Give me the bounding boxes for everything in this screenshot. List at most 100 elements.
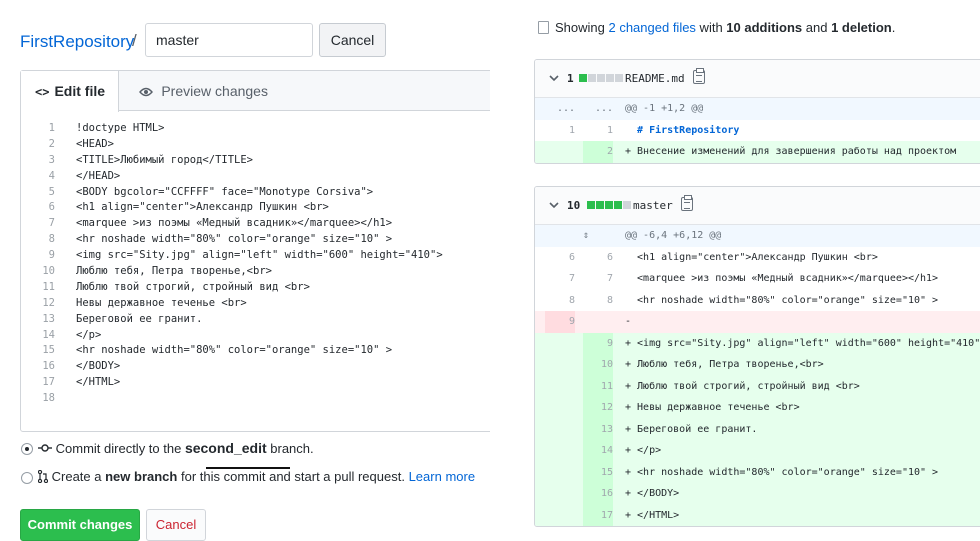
file-header-master[interactable]: 10 master	[535, 187, 980, 225]
eye-icon	[139, 85, 156, 99]
new-line-number: 14	[583, 440, 613, 462]
diff-line-row: 16 + </BODY>	[535, 483, 980, 505]
diff-line-row: 2 + Внесение изменений для завершения раб…	[535, 141, 980, 163]
tab-preview-changes[interactable]: Preview changes	[139, 71, 268, 112]
diff-line-text: <marquee >из поэмы «Медный всадник»</mar…	[625, 273, 939, 284]
new-line-number: 1	[606, 124, 613, 136]
diffstat-added-block	[596, 201, 604, 209]
diff-line-text: # FirstRepository	[625, 124, 740, 136]
diff-line-row: 7 7 <marquee >из поэмы «Медный всадник»</…	[535, 268, 980, 290]
file-change-count: 1	[567, 72, 574, 85]
code-text: <img src="Sity.jpg" align="left" width="…	[76, 249, 443, 262]
diff-line-text: + </HTML>	[625, 509, 680, 521]
tab-edit-label: Edit file	[54, 83, 106, 99]
diff-line-text: + </BODY>	[625, 488, 680, 499]
code-line[interactable]: 3 <TITLE>Любимый город</TITLE>	[21, 153, 490, 169]
git-pull-request-icon	[37, 469, 52, 484]
learn-more-link[interactable]: Learn more	[409, 469, 475, 484]
diffstat-added-block	[579, 74, 587, 82]
new-line-number: 7	[606, 273, 613, 284]
diff-summary: Showing 2 changed files with 10 addition…	[538, 20, 895, 35]
clipboard-icon[interactable]	[681, 195, 693, 211]
new-line-number: ...	[594, 103, 613, 114]
code-line[interactable]: 5 <BODY bgcolor="CCFFFF" face="Monotype C…	[21, 185, 490, 201]
old-line-number: 1	[568, 124, 575, 136]
code-line[interactable]: 6 <h1 align="center">Александр Пушкин <br…	[21, 200, 490, 216]
commit-new-branch-option[interactable]: Create a new branch for this commit and …	[37, 469, 475, 484]
diff-line-row: 9-	[535, 311, 980, 333]
summary-mid: with	[695, 20, 727, 35]
code-line[interactable]: 1 !doctype HTML>	[21, 121, 490, 137]
code-area[interactable]: 1 !doctype HTML> 2 <HEAD> 3 <TITLE>Любимый го…	[21, 121, 490, 407]
diff-line-text: <hr noshade width="80%" color="orange" s…	[625, 294, 939, 306]
code-text: </HTML>	[76, 376, 121, 389]
radio-commit-direct[interactable]	[21, 443, 33, 455]
code-line[interactable]: 11 Люблю твой строгий, стройный вид <br>	[21, 280, 490, 296]
old-line-number: 6	[568, 251, 575, 263]
filename-input[interactable]: master	[145, 23, 313, 57]
code-line[interactable]: 12 Невы державное теченье <br>	[21, 296, 490, 312]
diff-line-row: 12 + Невы державное теченье <br>	[535, 397, 980, 419]
code-text: <marquee >из поэмы «Медный всадник»</mar…	[76, 217, 393, 230]
cancel-commit-button[interactable]: Cancel	[146, 509, 206, 541]
repo-name-link[interactable]: FirstRepository	[20, 32, 134, 52]
code-line[interactable]: 10 Люблю тебя, Петра творенье,<br>	[21, 264, 490, 280]
diff-line-row: 6 6 <h1 align="center">Александр Пушкин <…	[535, 247, 980, 269]
code-line[interactable]: 13 Береговой ее гранит.	[21, 312, 490, 328]
code-text: <HEAD>	[76, 137, 114, 150]
commit-direct-post: branch.	[266, 441, 314, 456]
code-line[interactable]: 17 </HTML>	[21, 375, 490, 391]
unfold-icon[interactable]: ⇕	[571, 225, 601, 247]
code-text: Люблю тебя, Петра творенье,<br>	[76, 265, 272, 278]
diff-line-row: 11 + Люблю твой строгий, стройный вид <br…	[535, 375, 980, 397]
commit-new-bold: new branch	[105, 469, 178, 484]
commit-direct-option[interactable]: Commit directly to the second_edit branc…	[38, 440, 314, 456]
radio-commit-new-branch[interactable]	[21, 472, 33, 484]
diffstat-bar	[587, 201, 631, 209]
commit-changes-button[interactable]: Commit changes	[20, 509, 140, 541]
changed-files-link[interactable]: 2 changed files	[608, 20, 695, 35]
line-number: 6	[48, 201, 55, 214]
summary-and: and	[802, 20, 832, 35]
code-icon: <>	[35, 85, 50, 99]
code-line[interactable]: 15 <hr noshade width="80%" color="orange"…	[21, 343, 490, 359]
code-line[interactable]: 2 <HEAD>	[21, 137, 490, 153]
tab-edit-file[interactable]: <> Edit file	[21, 71, 119, 112]
code-line[interactable]: 4 </HEAD>	[21, 169, 490, 185]
code-line[interactable]: 7 <marquee >из поэмы «Медный всадник»</ma…	[21, 216, 490, 232]
chevron-down-icon[interactable]	[549, 199, 559, 212]
additions-count: 10 additions	[726, 20, 803, 35]
code-line[interactable]: 8 <hr noshade width="80%" color="orange" …	[21, 232, 490, 248]
code-text: </HEAD>	[76, 169, 121, 182]
file-diff-readme: 1 README.md ...... @@ -1 +1,2 @@ 1 1 # Firs…	[534, 59, 980, 164]
new-line-number: 13	[583, 418, 613, 440]
line-number: 17	[42, 376, 55, 389]
hunk-header-row[interactable]: ⇕ @@ -6,4 +6,12 @@	[535, 225, 980, 247]
diff-line-row: 14 + </p>	[535, 440, 980, 462]
clipboard-icon[interactable]	[693, 68, 705, 84]
old-line-number: 9	[545, 311, 575, 333]
new-line-number: 15	[583, 461, 613, 483]
new-line-number: 9	[583, 332, 613, 354]
commit-branch-name: second_edit	[184, 440, 267, 456]
new-line-number: 8	[606, 294, 613, 306]
code-line[interactable]: 14 </p>	[21, 328, 490, 344]
cancel-edit-button[interactable]: Cancel	[319, 23, 386, 57]
code-line[interactable]: 16 </BODY>	[21, 359, 490, 375]
diff-line-text: + Невы державное теченье <br>	[625, 402, 800, 413]
line-number: 13	[42, 312, 55, 325]
code-line[interactable]: 18	[21, 391, 490, 407]
new-line-number: 2	[583, 141, 613, 163]
code-text: <BODY bgcolor="CCFFFF" face="Monotype Co…	[76, 185, 374, 198]
code-line[interactable]: 9 <img src="Sity.jpg" align="left" width=…	[21, 248, 490, 264]
editor-tabbar: <> Edit file Preview changes	[21, 71, 490, 112]
line-number: 10	[42, 265, 55, 278]
old-line-number: 7	[568, 273, 575, 284]
diffstat-bar	[579, 74, 623, 82]
code-text: Береговой ее гранит.	[76, 312, 203, 325]
chevron-down-icon[interactable]	[549, 72, 559, 85]
hunk-header-row[interactable]: ...... @@ -1 +1,2 @@	[535, 98, 980, 120]
edit-file-panel: FirstRepository / master Cancel <> Edit f…	[0, 0, 490, 541]
file-header-readme[interactable]: 1 README.md	[535, 60, 980, 98]
line-number: 9	[48, 249, 55, 262]
